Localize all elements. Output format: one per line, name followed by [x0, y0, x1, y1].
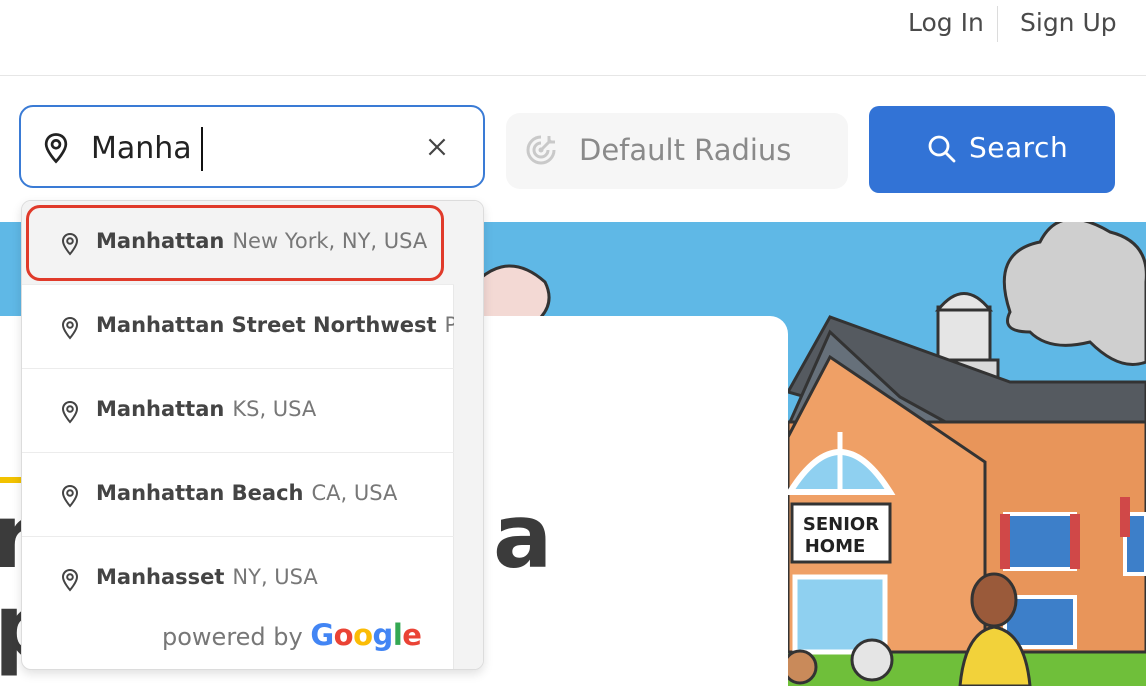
suggestion-secondary: KS, USA	[232, 397, 317, 421]
hero-headline-fragment: a	[493, 485, 553, 588]
map-pin-icon	[61, 316, 79, 340]
suggestion-item[interactable]: Manhasset NY, USA	[22, 537, 454, 621]
suggestion-text: Manhattan New York, NY, USA	[96, 229, 427, 253]
radius-select[interactable]: Default Radius	[506, 113, 848, 189]
suggestion-text: Manhattan Street Northwest P	[96, 313, 454, 337]
dropdown-scrollbar[interactable]	[453, 201, 483, 669]
location-search-box[interactable]	[19, 105, 485, 188]
nav-divider	[997, 6, 998, 42]
suggestion-item[interactable]: Manhattan KS, USA	[22, 369, 454, 453]
text-caret	[201, 127, 203, 171]
suggestion-item[interactable]: Manhattan Street Northwest P	[22, 285, 454, 369]
suggestion-main: Manhattan	[96, 229, 225, 253]
powered-by-label: powered by	[162, 623, 303, 651]
radius-label: Default Radius	[579, 133, 792, 167]
top-nav: Log In Sign Up	[0, 0, 1146, 76]
suggestion-item[interactable]: Manhattan Beach CA, USA	[22, 453, 454, 537]
map-pin-icon	[61, 232, 79, 256]
autocomplete-dropdown: Manhattan New York, NY, USA Manhattan Str…	[21, 200, 484, 670]
suggestion-secondary: CA, USA	[311, 481, 398, 505]
suggestion-main: Manhattan	[96, 397, 225, 421]
google-logo: Google	[310, 618, 422, 652]
accent-bar	[0, 477, 22, 483]
suggestion-secondary: P	[445, 313, 454, 337]
search-button-label: Search	[969, 131, 1069, 164]
map-pin-icon	[61, 484, 79, 508]
map-pin-icon	[61, 400, 79, 424]
suggestion-text: Manhattan Beach CA, USA	[96, 481, 397, 505]
map-pin-icon	[61, 568, 79, 592]
radius-target-icon	[526, 135, 556, 165]
clear-icon[interactable]	[424, 134, 450, 160]
suggestion-item[interactable]: Manhattan New York, NY, USA	[22, 201, 454, 285]
svg-text:SENIOR: SENIOR	[803, 514, 879, 535]
suggestion-text: Manhasset NY, USA	[96, 565, 318, 589]
suggestion-text: Manhattan KS, USA	[96, 397, 316, 421]
suggestion-main: Manhattan Beach	[96, 481, 304, 505]
search-icon	[928, 135, 956, 163]
login-link[interactable]: Log In	[908, 8, 984, 37]
signup-link[interactable]: Sign Up	[1020, 8, 1117, 37]
suggestion-main: Manhattan Street Northwest	[96, 313, 437, 337]
suggestion-main: Manhasset	[96, 565, 225, 589]
svg-text:HOME: HOME	[805, 536, 866, 557]
suggestion-secondary: New York, NY, USA	[232, 229, 428, 253]
search-button[interactable]: Search	[869, 106, 1115, 193]
powered-by-google: powered by Google	[162, 618, 422, 652]
location-input[interactable]	[91, 125, 341, 171]
suggestion-secondary: NY, USA	[232, 565, 318, 589]
map-pin-icon	[44, 133, 68, 164]
cloud-shape	[1002, 222, 1146, 366]
